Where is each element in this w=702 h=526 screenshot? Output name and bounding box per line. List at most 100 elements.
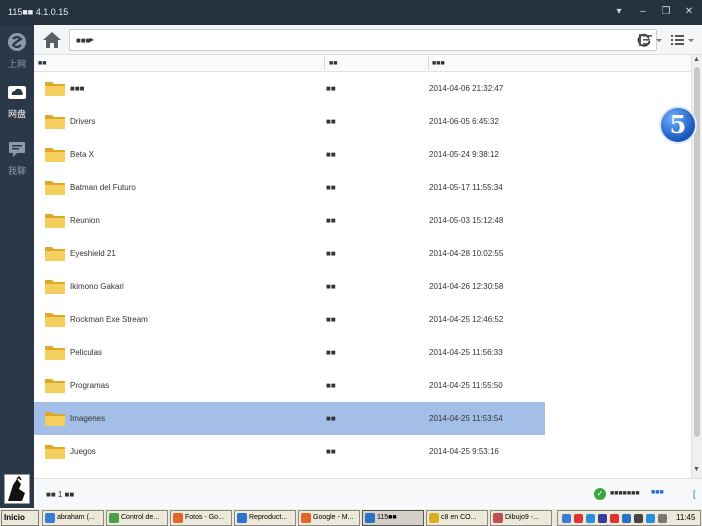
path-bar[interactable]: ■■■ ▸ xyxy=(69,29,657,51)
tray-icon[interactable] xyxy=(598,514,607,523)
file-date: 2014-04-25 11:55:50 xyxy=(429,381,503,390)
file-row[interactable]: Imagenes ■■ 2014-04-25 11:53:54 xyxy=(34,402,545,435)
breadcrumb-caret-icon[interactable]: ▸ xyxy=(90,35,94,44)
folder-icon xyxy=(45,148,65,162)
status-link[interactable]: ■■■ xyxy=(651,489,664,496)
tray-icon[interactable] xyxy=(586,514,595,523)
swirl-icon xyxy=(8,33,26,51)
taskbar-button-label: 115■■ xyxy=(377,514,397,521)
file-date: 2014-04-28 10:02:55 xyxy=(429,249,504,258)
column-name[interactable]: ■■ xyxy=(38,60,46,67)
taskbar-button[interactable]: Reproduct... xyxy=(234,510,296,526)
volume-icon[interactable] xyxy=(658,514,667,523)
file-type: ■■ xyxy=(326,117,336,126)
app-icon xyxy=(493,513,503,523)
file-name: Eyeshield 21 xyxy=(70,249,116,258)
tray-icon[interactable] xyxy=(634,514,643,523)
item-count: ■■ 1 ■■ xyxy=(46,490,75,499)
toolbar: ■■■ ▸ xyxy=(34,25,702,55)
maximize-button[interactable]: ❐ xyxy=(659,5,673,19)
title-bar: 115■■ 4.1.0.15 ▾ – ❐ ✕ xyxy=(0,0,702,25)
file-row[interactable] xyxy=(34,468,691,478)
file-date: 2014-04-25 12:46:52 xyxy=(429,315,504,324)
taskbar: Inicio abraham (... Control de... Fotos - … xyxy=(0,508,702,526)
file-type: ■■ xyxy=(326,216,336,225)
file-row[interactable]: Peliculas ■■ 2014-04-25 11:56:33 xyxy=(34,336,691,369)
scroll-up-icon[interactable]: ▲ xyxy=(693,56,700,63)
file-type: ■■ xyxy=(326,414,336,423)
view-list-icon[interactable] xyxy=(670,33,696,47)
close-button[interactable]: ✕ xyxy=(682,5,696,19)
file-date: 2014-05-24 9:38:12 xyxy=(429,150,499,159)
file-name: Drivers xyxy=(70,117,96,126)
file-name: Beta X xyxy=(70,150,95,159)
app-icon xyxy=(429,513,439,523)
tray-icon[interactable] xyxy=(646,514,655,523)
file-row[interactable]: Reunion ■■ 2014-05-03 15:12:48 xyxy=(34,204,691,237)
panel-toggle[interactable]: [ xyxy=(693,489,696,499)
folder-icon xyxy=(45,313,65,327)
file-name: Juegos xyxy=(70,447,96,456)
status-bar: ■■ 1 ■■ ✓ ■■■■■■■ ■■■ [ xyxy=(34,478,702,508)
folder-icon xyxy=(45,115,65,129)
file-row[interactable]: Eyeshield 21 ■■ 2014-04-28 10:02:55 xyxy=(34,237,691,270)
minimize-button[interactable]: – xyxy=(636,5,650,19)
column-date[interactable]: ■■■ xyxy=(432,60,445,67)
sidebar: 上网 网盘 我聊 xyxy=(0,25,34,508)
file-date: 2014-04-26 12:30:58 xyxy=(429,282,504,291)
file-row[interactable]: Rockman Exe Stream ■■ 2014-04-25 12:46:52 xyxy=(34,303,691,336)
taskbar-button[interactable]: Google - M... xyxy=(298,510,360,526)
file-name: Reunion xyxy=(70,216,100,225)
file-name: Ikimono Gakari xyxy=(70,282,124,291)
home-icon[interactable] xyxy=(42,31,62,49)
file-date: 2014-04-06 21:32:47 xyxy=(429,84,504,93)
file-type: ■■ xyxy=(326,348,336,357)
file-date: 2014-04-25 11:53:54 xyxy=(429,414,503,423)
column-divider[interactable] xyxy=(428,57,429,70)
sidebar-item-browse[interactable]: 上网 xyxy=(0,28,34,72)
sidebar-item-chat[interactable]: 我聊 xyxy=(0,135,34,179)
file-row[interactable]: Beta X ■■ 2014-05-24 9:38:12 xyxy=(34,138,691,171)
folder-icon xyxy=(45,412,65,426)
file-row[interactable]: Batman del Futuro ■■ 2014-05-17 11:55:34 xyxy=(34,171,691,204)
file-row[interactable]: ■■■ ■■ 2014-04-06 21:32:47 xyxy=(34,72,691,105)
chat-icon xyxy=(9,142,25,157)
file-date: 2014-04-25 11:56:33 xyxy=(429,348,503,357)
avatar[interactable] xyxy=(4,474,30,504)
column-type[interactable]: ■■ xyxy=(329,60,337,67)
sort-icon[interactable] xyxy=(638,33,664,47)
column-divider[interactable] xyxy=(324,57,325,70)
taskbar-button[interactable]: 115■■ xyxy=(362,510,424,526)
taskbar-button[interactable]: c8 en CO... xyxy=(426,510,488,526)
window-title: 115■■ 4.1.0.15 xyxy=(8,7,69,17)
tray-icon[interactable] xyxy=(574,514,583,523)
file-row[interactable]: Drivers ■■ 2014-06-05 6:45:32 xyxy=(34,105,691,138)
sidebar-item-label: 网盘 xyxy=(7,109,26,119)
tray-icon[interactable] xyxy=(562,514,571,523)
menu-dropdown-button[interactable]: ▾ xyxy=(612,5,626,19)
avatar-image xyxy=(8,475,25,501)
tray-icon[interactable] xyxy=(622,514,631,523)
status-text: ■■■■■■■ xyxy=(610,490,640,497)
taskbar-button[interactable]: Control de... xyxy=(106,510,168,526)
app-icon xyxy=(237,513,247,523)
taskbar-button[interactable]: abraham (... xyxy=(42,510,104,526)
app-icon xyxy=(301,513,311,523)
file-row[interactable]: Juegos ■■ 2014-04-25 9:53:16 xyxy=(34,435,691,468)
taskbar-button-label: Control de... xyxy=(121,514,160,521)
system-tray: 11:45 xyxy=(557,510,701,526)
start-button[interactable]: Inicio xyxy=(1,510,39,526)
taskbar-button[interactable]: Dibujo9 -... xyxy=(490,510,552,526)
taskbar-button[interactable]: Fotos - Go... xyxy=(170,510,232,526)
sidebar-item-label: 上网 xyxy=(7,59,26,69)
file-row[interactable]: Programas ■■ 2014-04-25 11:55:50 xyxy=(34,369,691,402)
sidebar-item-cloud[interactable]: 网盘 xyxy=(0,78,34,122)
taskbar-button-label: Google - M... xyxy=(313,514,354,521)
scroll-down-icon[interactable]: ▼ xyxy=(693,466,700,473)
app-icon xyxy=(173,513,183,523)
file-name: ■■■ xyxy=(70,84,85,93)
tray-icon[interactable] xyxy=(610,514,619,523)
breadcrumb[interactable]: ■■■ xyxy=(76,36,91,45)
file-row[interactable]: Ikimono Gakari ■■ 2014-04-26 12:30:58 xyxy=(34,270,691,303)
file-type: ■■ xyxy=(326,249,336,258)
